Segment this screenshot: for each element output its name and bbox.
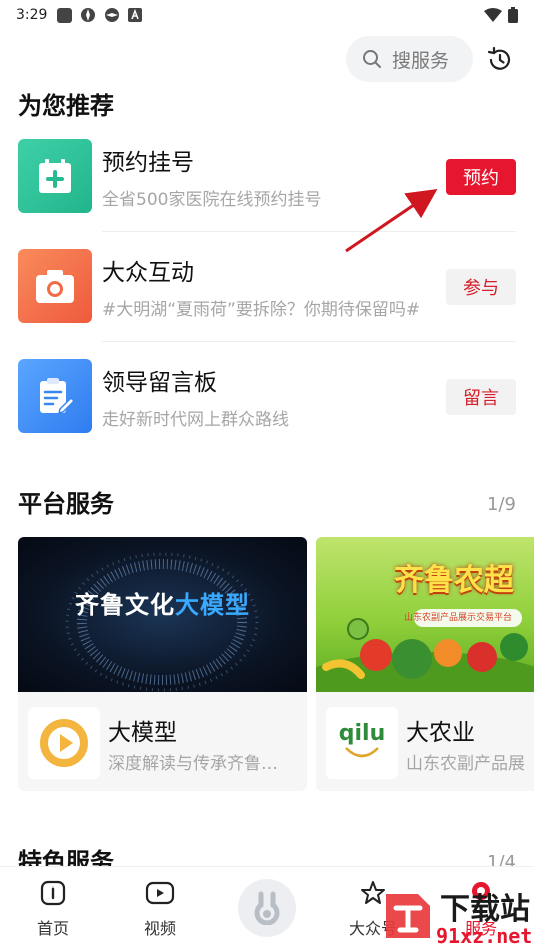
book-button[interactable]: 预约 bbox=[446, 159, 516, 195]
card-title: 大模型 bbox=[108, 720, 177, 746]
play-logo-icon bbox=[28, 707, 100, 779]
card-subtitle: 深度解读与传承齐鲁… bbox=[108, 754, 278, 774]
font-notification-icon bbox=[128, 8, 143, 22]
camera-icon bbox=[18, 249, 92, 323]
tab-label: 视频 bbox=[143, 919, 176, 938]
banner-subtitle: 山东农副产品展示交易平台 bbox=[404, 613, 513, 623]
list-item-message-board[interactable]: 领导留言板 走好新时代网上群众路线 留言 bbox=[18, 359, 516, 469]
notification-icon bbox=[57, 7, 73, 23]
calendar-plus-icon bbox=[18, 139, 92, 213]
banner-title-blue: 大模型 bbox=[175, 591, 250, 619]
tab-video[interactable]: 视频 bbox=[125, 879, 195, 939]
watermark-logo: 下载站 91xz.net bbox=[378, 880, 534, 950]
card-title: 大农业 bbox=[406, 720, 475, 746]
search-placeholder: 搜服务 bbox=[392, 49, 450, 72]
list-item-interaction[interactable]: 大众互动 #大明湖“夏雨荷”要拆除？你期待保留吗# 参与 bbox=[18, 249, 516, 359]
logo-text: qilu bbox=[338, 720, 386, 746]
clipboard-edit-icon bbox=[18, 359, 92, 433]
watermark-url: 91xz.net bbox=[436, 924, 533, 948]
banner-title-white: 齐鲁文化 bbox=[75, 591, 175, 619]
list-item-appointment[interactable]: 预约挂号 全省500家医院在线预约挂号 预约 bbox=[18, 139, 516, 249]
card-subtitle: 山东农副产品展 bbox=[406, 754, 525, 774]
service-card-agriculture[interactable]: 齐鲁农超 山东农副产品展示交易平台 qilu 大农业 山东农副产品展 bbox=[316, 537, 534, 791]
search-input[interactable]: 搜服务 bbox=[346, 36, 473, 82]
home-icon bbox=[40, 880, 66, 906]
center-logo-button[interactable] bbox=[238, 879, 296, 937]
join-button[interactable]: 参与 bbox=[446, 269, 516, 305]
watermark-text: 下载站 bbox=[440, 892, 530, 927]
banner-title: 齐鲁农超 bbox=[394, 563, 514, 598]
wifi-icon bbox=[484, 8, 502, 22]
status-bar: 3:29 bbox=[0, 0, 534, 30]
history-icon[interactable] bbox=[486, 46, 514, 74]
status-time: 3:29 bbox=[16, 7, 48, 23]
watermark-icon bbox=[386, 894, 430, 938]
battery-icon bbox=[508, 7, 518, 23]
header: 搜服务 bbox=[0, 34, 534, 86]
item-subtitle: 走好新时代网上群众路线 bbox=[102, 410, 289, 430]
app-notification-icon bbox=[81, 8, 96, 22]
section-title-recommend: 为您推荐 bbox=[18, 92, 114, 120]
tab-home[interactable]: 首页 bbox=[18, 879, 88, 939]
item-title: 领导留言板 bbox=[102, 370, 217, 396]
pager-platform: 1/9 bbox=[487, 494, 516, 515]
divider bbox=[102, 341, 516, 342]
banner-image: 齐鲁文化大模型 bbox=[18, 537, 307, 692]
tab-label: 首页 bbox=[36, 919, 69, 938]
item-title: 大众互动 bbox=[102, 260, 194, 286]
item-title: 预约挂号 bbox=[102, 150, 194, 176]
item-subtitle: 全省500家医院在线预约挂号 bbox=[102, 190, 322, 210]
video-icon bbox=[145, 881, 175, 905]
leave-message-button[interactable]: 留言 bbox=[446, 379, 516, 415]
app-logo-icon bbox=[254, 891, 280, 925]
search-icon bbox=[363, 50, 381, 68]
section-title-platform: 平台服务 bbox=[18, 490, 114, 518]
app-notification-icon bbox=[105, 8, 120, 22]
divider bbox=[102, 231, 516, 232]
banner-image: 齐鲁农超 山东农副产品展示交易平台 bbox=[316, 537, 534, 692]
service-card-large-model[interactable]: 齐鲁文化大模型 大模型 深度解读与传承齐鲁… bbox=[18, 537, 307, 791]
item-subtitle: #大明湖“夏雨荷”要拆除？你期待保留吗# bbox=[102, 300, 421, 320]
qilu-logo-icon: qilu bbox=[326, 707, 398, 779]
